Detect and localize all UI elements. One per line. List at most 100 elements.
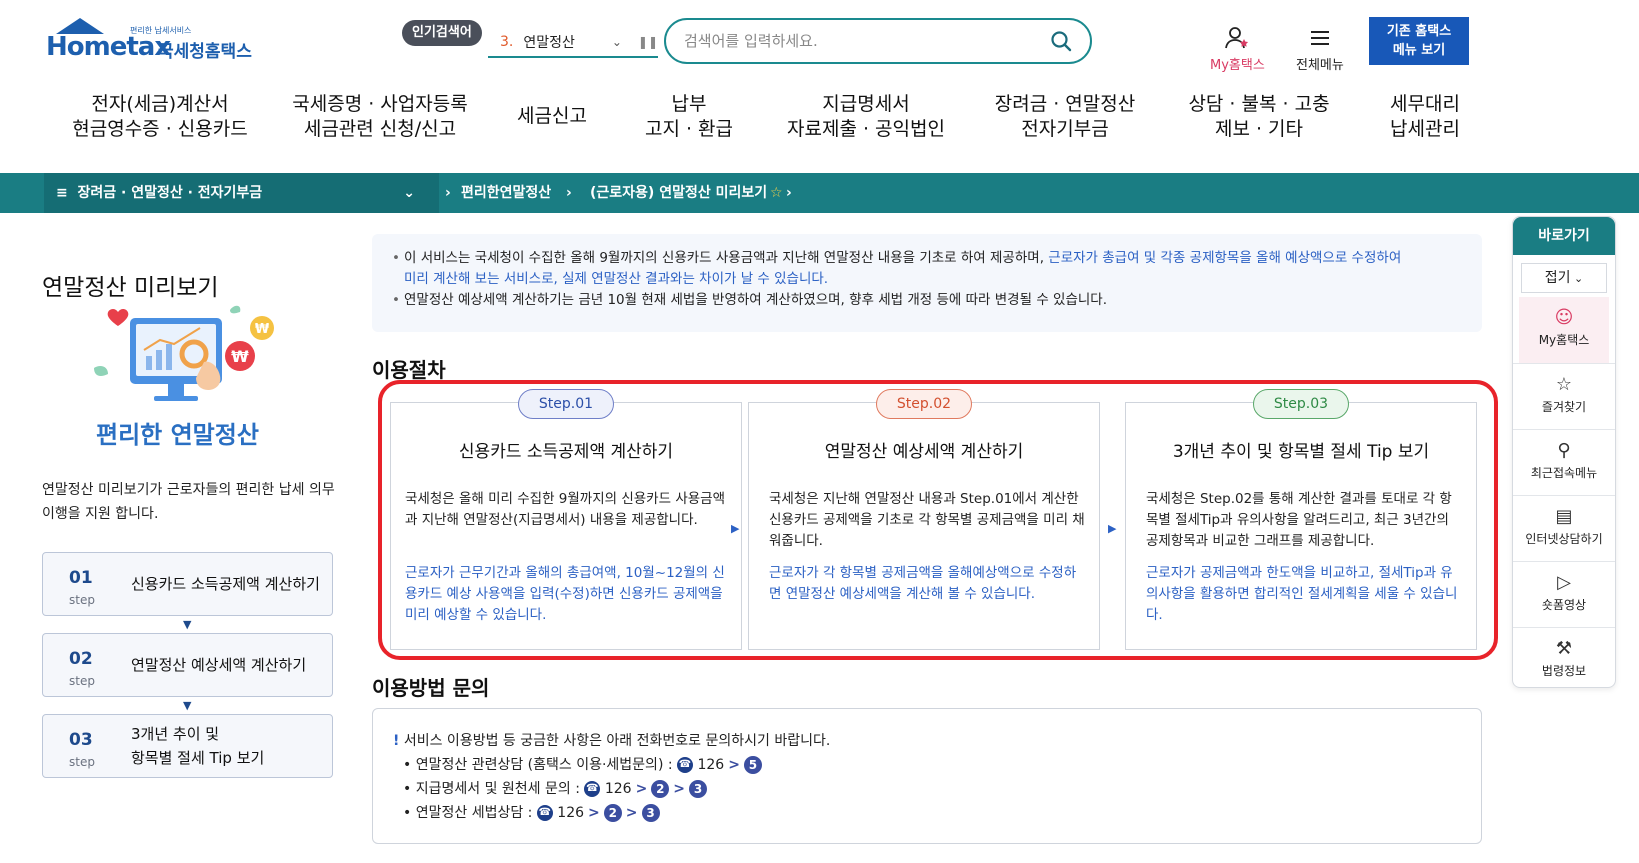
inquiry-line: • 연말정산 관련상담 (홈택스 이용·세법문의) : ☎ 126 >5	[393, 753, 1461, 777]
all-menu-button[interactable]: 전체메뉴	[1296, 26, 1344, 73]
chevron-down-icon[interactable]: ⌄	[403, 173, 415, 213]
svg-text:₩: ₩	[255, 322, 270, 337]
quick-menu: 바로가기 접기 ⌄ ☺ My홈택스 ☆ 즐겨찾기 ⚲ 최근접속메뉴 ▤ 인터넷상담하기 …	[1512, 216, 1616, 688]
pause-icon[interactable]: ❚❚	[638, 35, 658, 49]
phone-icon: ☎	[584, 781, 601, 797]
info-icon: !	[393, 733, 400, 749]
search-box	[664, 18, 1092, 64]
gnb-item-einvoice[interactable]: 전자(세금)계산서 현금영수증 · 신용카드	[60, 92, 260, 142]
menu-icon: ≡	[56, 185, 68, 201]
step-badge: Step.03	[1253, 389, 1349, 419]
step-title: 3개년 추이 및	[131, 725, 220, 743]
quick-my-hometax[interactable]: ☺ My홈택스	[1519, 297, 1609, 363]
gnb-item-payment[interactable]: 납부 고지 · 환급	[626, 92, 752, 142]
inquiry-title: 이용방법 문의	[372, 676, 490, 700]
quick-favorites[interactable]: ☆ 즐겨찾기	[1513, 363, 1615, 429]
step-number: 03	[69, 730, 93, 750]
step-label: step	[69, 674, 95, 688]
notice-highlight: 근로자가 총급여 및 각종 공제항목을 올해 예상액으로 수정하여	[1048, 250, 1402, 266]
gnb-item-year-end[interactable]: 장려금 · 연말정산 전자기부금	[980, 92, 1150, 142]
search-input[interactable]	[684, 32, 1050, 50]
user-icon: ☺	[1554, 307, 1574, 328]
step-card-title: 3개년 추이 및 항목별 절세 Tip 보기	[1172, 442, 1430, 462]
step-number: 01	[69, 568, 93, 588]
quick-short-video[interactable]: ▷ 숏폼영상	[1513, 561, 1615, 627]
quick-law-info[interactable]: ⚒ 법령정보	[1513, 627, 1615, 693]
gnb-item-tax-return[interactable]: 세금신고	[502, 104, 602, 129]
all-menu-label: 전체메뉴	[1296, 58, 1344, 73]
user-icon	[1225, 27, 1249, 49]
search-icon[interactable]	[1050, 30, 1072, 52]
my-hometax-label: My홈택스	[1210, 58, 1265, 73]
favorite-star-icon[interactable]: ☆	[770, 173, 783, 213]
hometax-logo[interactable]: 편리한 납세서비스 Hometax 국세청홈택스	[44, 18, 264, 68]
fold-button[interactable]: 접기 ⌄	[1521, 263, 1607, 293]
step-card-body: 국세청은 Step.02를 통해 계산한 결과를 토대로 각 항목별 절세Tip…	[1146, 491, 1452, 549]
logo-wordmark: Hometax	[46, 32, 171, 62]
gnb-item-counsel[interactable]: 상담 · 불복 · 고충 제보 · 기타	[1174, 92, 1344, 142]
popular-term[interactable]: 연말정산	[523, 32, 575, 52]
arrow-right-icon: ▶	[1108, 522, 1117, 535]
step-card-02: Step.02 연말정산 예상세액 계산하기 국세청은 지난해 연말정산 내용과…	[748, 389, 1100, 650]
my-hometax-link[interactable]: My홈택스	[1210, 26, 1265, 73]
step-nav-02[interactable]: 02 step 연말정산 예상세액 계산하기	[42, 633, 333, 697]
quick-online-counsel[interactable]: ▤ 인터넷상담하기	[1513, 495, 1615, 561]
step-label: step	[69, 755, 95, 769]
step-title: 신용카드 소득공제액 계산하기	[131, 575, 320, 593]
breadcrumb: ≡ 장려금 · 연말정산 · 전자기부금 ⌄	[0, 173, 1639, 213]
breadcrumb-level3[interactable]: (근로자용) 연말정산 미리보기	[590, 173, 767, 213]
option-number: 2	[651, 780, 670, 798]
arrow-down-icon: ▼	[183, 699, 192, 712]
gavel-icon: ⚒	[1555, 638, 1573, 659]
step-nav-01[interactable]: 01 step 신용카드 소득공제액 계산하기	[42, 552, 333, 616]
brand-title: 편리한 연말정산	[96, 421, 259, 449]
popular-rank: 3.	[500, 34, 514, 50]
notice-text: 이 서비스는 국세청이 수집한 올해 9월까지의 신용카드 사용금액과 지난해 …	[404, 250, 1049, 266]
chevron-down-icon[interactable]: ⌄	[612, 35, 622, 49]
gnb-item-certificate[interactable]: 국세증명 · 사업자등록 세금관련 신청/신고	[275, 92, 485, 142]
breadcrumb-separator-icon: ›	[786, 185, 792, 201]
inquiry-intro: 서비스 이용방법 등 궁금한 사항은 아래 전화번호로 문의하시기 바랍니다.	[403, 733, 831, 749]
arrow-down-icon: ▼	[183, 618, 192, 631]
svg-text:₩: ₩	[231, 347, 249, 366]
step-number: 02	[69, 649, 93, 669]
inquiry-box: ! 서비스 이용방법 등 궁금한 사항은 아래 전화번호로 문의하시기 바랍니다…	[372, 708, 1482, 844]
chevron-down-icon: ⌄	[1570, 272, 1584, 285]
logo-korean-name: 국세청홈택스	[158, 42, 252, 62]
quick-recent-menu[interactable]: ⚲ 최근접속메뉴	[1513, 429, 1615, 495]
hamburger-icon	[1310, 31, 1329, 45]
notice-highlight: 미리 계산해 보는 서비스로, 실제 연말정산 결과와는 차이가 날 수 있습니…	[404, 271, 829, 287]
step-card-note: 근로자가 각 항목별 공제금액을 올해예상액으로 수정하면 연말정산 예상세액을…	[769, 565, 1077, 602]
step-title-line2: 항목별 절세 Tip 보기	[131, 749, 265, 767]
step-card-note: 근로자가 공제금액과 한도액을 비교하고, 절세Tip과 유의사항을 활용하면 …	[1146, 565, 1458, 623]
step-card-03: Step.03 3개년 추이 및 항목별 절세 Tip 보기 국세청은 Step…	[1125, 389, 1477, 650]
step-label: step	[69, 593, 95, 607]
option-number: 3	[641, 804, 660, 822]
star-icon: ☆	[1555, 374, 1573, 395]
gnb-item-agent[interactable]: 세무대리 납세관리	[1370, 92, 1480, 142]
play-icon: ▷	[1557, 572, 1571, 593]
breadcrumb-level1[interactable]: ≡ 장려금 · 연말정산 · 전자기부금 ⌄	[44, 173, 439, 213]
popular-search-ticker[interactable]: 3. 연말정산 ⌄ ❚❚	[488, 28, 658, 58]
step-card-note: 근로자가 근무기간과 올해의 총급여액, 10월~12월의 신용카드 예상 사용…	[405, 565, 725, 623]
monitor-illustration-icon: ₩ ₩	[94, 305, 274, 401]
service-notice: • 이 서비스는 국세청이 수집한 올해 9월까지의 신용카드 사용금액과 지난해…	[372, 234, 1482, 332]
option-number: 2	[603, 804, 622, 822]
option-number: 3	[689, 780, 708, 798]
step-card-01: Step.01 신용카드 소득공제액 계산하기 국세청은 올해 미리 수집한 9…	[390, 389, 742, 650]
recent-search-icon: ⚲	[1557, 440, 1571, 461]
legacy-line2: 메뉴 보기	[1392, 43, 1446, 58]
legacy-menu-button[interactable]: 기존 홈택스 메뉴 보기	[1369, 17, 1469, 65]
step-title: 연말정산 예상세액 계산하기	[131, 656, 307, 674]
step-nav-03[interactable]: 03 step 3개년 추이 및 항목별 절세 Tip 보기	[42, 714, 333, 778]
gnb-item-statement[interactable]: 지급명세서 자료제출 · 공익법인	[776, 92, 956, 142]
inquiry-line: • 연말정산 세법상담 : ☎ 126 >2 >3	[393, 801, 1461, 825]
step-badge: Step.02	[876, 389, 972, 419]
quick-menu-title: 바로가기	[1513, 217, 1615, 255]
breadcrumb-separator-icon: ›	[445, 185, 451, 201]
phone-icon: ☎	[536, 805, 553, 821]
breadcrumb-level2[interactable]: 편리한연말정산	[461, 173, 551, 213]
step-card-body: 국세청은 지난해 연말정산 내용과 Step.01에서 계산한 신용카드 공제액…	[769, 491, 1085, 549]
laptop-icon: ▤	[1555, 506, 1573, 527]
option-number: 5	[743, 756, 762, 774]
